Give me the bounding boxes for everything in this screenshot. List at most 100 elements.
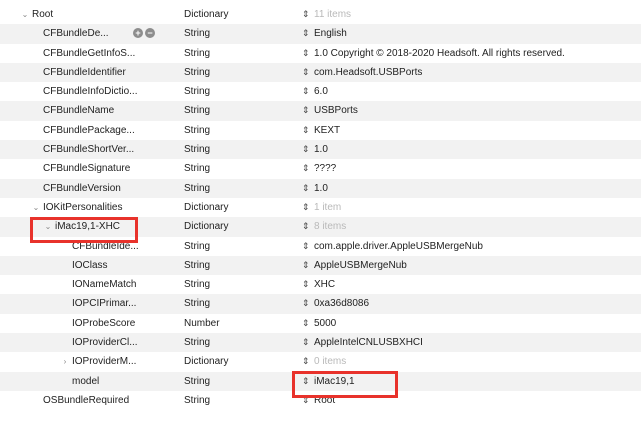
value-cell[interactable]: ⇕ 1.0	[296, 179, 636, 198]
key-cell[interactable]: IOPCIPrimar...	[0, 294, 178, 313]
key-cell[interactable]: IOClass	[0, 256, 178, 275]
type-cell[interactable]: String	[184, 237, 294, 256]
value-cell[interactable]: ⇕ English	[296, 24, 636, 43]
key-cell[interactable]: CFBundleGetInfoS...	[0, 44, 178, 63]
add-item-icon[interactable]: +	[133, 28, 143, 39]
value-cell[interactable]: ⇕????	[296, 159, 636, 178]
plist-row[interactable]: CFBundleShortVer... String ⇕ 1.0	[0, 140, 641, 160]
stepper-icon[interactable]: ⇕	[302, 333, 310, 352]
stepper-icon[interactable]: ⇕	[302, 391, 310, 410]
remove-item-icon[interactable]: −	[145, 28, 155, 39]
value-cell[interactable]: ⇕ XHC	[296, 275, 636, 294]
stepper-icon[interactable]: ⇕	[302, 237, 310, 256]
stepper-icon[interactable]: ⇕	[302, 217, 310, 236]
disclosure-chevron-icon[interactable]: ›	[60, 352, 70, 371]
plist-row[interactable]: CFBundleSignature String ⇕????	[0, 159, 641, 178]
type-cell[interactable]: Dictionary	[184, 217, 294, 236]
stepper-icon[interactable]: ⇕	[302, 140, 310, 159]
key-cell[interactable]: › IOProviderM...	[0, 352, 178, 371]
plist-row[interactable]: ⌄ IOKitPersonalities Dictionary ⇕ 1 item	[0, 198, 641, 217]
key-cell[interactable]: IOProviderCl...	[0, 333, 178, 352]
value-cell[interactable]: ⇕ KEXT	[296, 121, 636, 140]
type-cell[interactable]: String	[184, 63, 294, 82]
plist-row[interactable]: CFBundleInfoDictio... String ⇕ 6.0	[0, 82, 641, 101]
value-cell[interactable]: ⇕ 1.0	[296, 140, 636, 159]
stepper-icon[interactable]: ⇕	[302, 121, 310, 140]
type-cell[interactable]: String	[184, 121, 294, 140]
stepper-icon[interactable]: ⇕	[302, 179, 310, 198]
plist-row[interactable]: IOClass String ⇕ AppleUSBMergeNub	[0, 255, 641, 276]
value-cell[interactable]: ⇕ 8 items	[296, 217, 636, 236]
stepper-icon[interactable]: ⇕	[302, 314, 310, 333]
value-cell[interactable]: ⇕ AppleIntelCNLUSBXHCI	[296, 333, 636, 352]
stepper-icon[interactable]: ⇕	[302, 275, 310, 294]
value-cell[interactable]: ⇕ AppleUSBMergeNub	[296, 256, 636, 275]
type-cell[interactable]: String	[184, 372, 294, 391]
stepper-icon[interactable]: ⇕	[302, 5, 310, 24]
value-cell[interactable]: ⇕ 0 items	[296, 352, 636, 371]
disclosure-chevron-icon[interactable]: ⌄	[31, 198, 41, 217]
type-cell[interactable]: String	[184, 159, 294, 178]
value-cell[interactable]: ⇕ iMac19,1	[296, 372, 636, 391]
plist-row[interactable]: CFBundleName String ⇕ USBPorts	[0, 101, 641, 121]
value-cell[interactable]: ⇕ 0xa36d8086	[296, 294, 636, 313]
key-cell[interactable]: model	[0, 372, 178, 391]
plist-row[interactable]: OSBundleRequired String ⇕ Root	[0, 391, 641, 410]
stepper-icon[interactable]: ⇕	[302, 198, 310, 217]
value-cell[interactable]: ⇕ 1.0 Copyright © 2018-2020 Headsoft. All…	[296, 44, 636, 63]
plist-row[interactable]: CFBundleDe... + − String ⇕ English	[0, 24, 641, 44]
type-cell[interactable]: Dictionary	[184, 352, 294, 371]
key-cell[interactable]: CFBundleSignature	[0, 159, 178, 178]
plist-row[interactable]: ⌄ iMac19,1-XHC Dictionary ⇕ 8 items	[0, 217, 641, 237]
key-cell[interactable]: CFBundleVersion	[0, 179, 178, 198]
plist-row[interactable]: IONameMatch String ⇕ XHC	[0, 275, 641, 294]
plist-row[interactable]: CFBundleGetInfoS... String ⇕ 1.0 Copyright …	[0, 44, 641, 63]
disclosure-chevron-icon[interactable]: ⌄	[43, 217, 53, 236]
value-cell[interactable]: ⇕ 1 item	[296, 198, 636, 217]
key-cell[interactable]: CFBundleIde...	[0, 237, 178, 256]
type-cell[interactable]: Dictionary	[184, 198, 294, 217]
key-cell[interactable]: CFBundleDe... + −	[0, 24, 178, 43]
plist-row[interactable]: CFBundleIdentifier String ⇕ com.Headsoft.US…	[0, 62, 641, 83]
type-cell[interactable]: String	[184, 140, 294, 159]
key-cell[interactable]: CFBundleShortVer...	[0, 140, 178, 159]
type-cell[interactable]: Dictionary	[184, 5, 294, 24]
key-cell[interactable]: CFBundleInfoDictio...	[0, 82, 178, 101]
stepper-icon[interactable]: ⇕	[302, 24, 310, 43]
key-cell[interactable]: CFBundleName	[0, 101, 178, 120]
stepper-icon[interactable]: ⇕	[302, 256, 310, 275]
type-cell[interactable]: String	[184, 82, 294, 101]
key-cell[interactable]: CFBundleIdentifier	[0, 63, 178, 82]
value-cell[interactable]: ⇕ com.apple.driver.AppleUSBMergeNub	[296, 237, 636, 256]
key-cell[interactable]: IOProbeScore	[0, 314, 178, 333]
value-cell[interactable]: ⇕ 6.0	[296, 82, 636, 101]
type-cell[interactable]: String	[184, 333, 294, 352]
key-cell[interactable]: ⌄ Root	[0, 5, 178, 24]
value-cell[interactable]: ⇕ USBPorts	[296, 101, 636, 120]
plist-row[interactable]: IOProbeScore Number ⇕ 5000	[0, 314, 641, 333]
plist-row[interactable]: ⌄ Root Dictionary ⇕ 11 items	[0, 5, 641, 24]
disclosure-chevron-icon[interactable]: ⌄	[20, 5, 30, 24]
key-cell[interactable]: CFBundlePackage...	[0, 121, 178, 140]
type-cell[interactable]: String	[184, 101, 294, 120]
plist-row[interactable]: IOProviderCl... String ⇕ AppleIntelCNLUSBXH…	[0, 333, 641, 353]
key-cell[interactable]: ⌄ iMac19,1-XHC	[0, 217, 178, 236]
stepper-icon[interactable]: ⇕	[302, 82, 310, 101]
type-cell[interactable]: String	[184, 294, 294, 313]
key-cell[interactable]: ⌄ IOKitPersonalities	[0, 198, 178, 217]
type-cell[interactable]: String	[184, 256, 294, 275]
stepper-icon[interactable]: ⇕	[302, 372, 310, 391]
value-cell[interactable]: ⇕ com.Headsoft.USBPorts	[296, 63, 636, 82]
value-cell[interactable]: ⇕ Root	[296, 391, 636, 410]
type-cell[interactable]: String	[184, 179, 294, 198]
plist-row[interactable]: IOPCIPrimar... String ⇕ 0xa36d8086	[0, 294, 641, 314]
stepper-icon[interactable]: ⇕	[302, 294, 310, 313]
stepper-icon[interactable]: ⇕	[302, 159, 310, 178]
key-cell[interactable]: OSBundleRequired	[0, 391, 178, 410]
plist-row[interactable]: CFBundleIde... String ⇕ com.apple.driver.Ap…	[0, 237, 641, 256]
stepper-icon[interactable]: ⇕	[302, 63, 310, 82]
stepper-icon[interactable]: ⇕	[302, 44, 310, 63]
plist-row[interactable]: CFBundleVersion String ⇕ 1.0	[0, 178, 641, 198]
value-cell[interactable]: ⇕ 11 items	[296, 5, 636, 24]
key-cell[interactable]: IONameMatch	[0, 275, 178, 294]
